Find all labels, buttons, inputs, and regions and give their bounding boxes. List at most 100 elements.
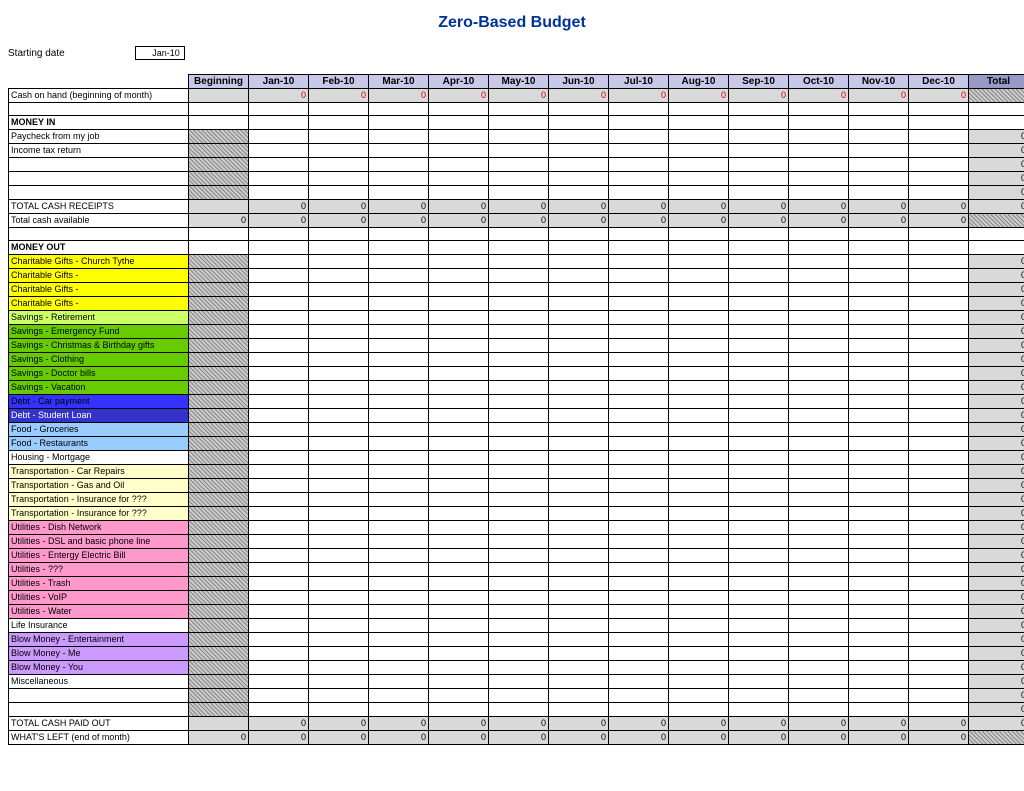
money-out-cell[interactable]	[429, 311, 489, 325]
money-out-cell[interactable]	[429, 507, 489, 521]
money-out-cell[interactable]	[729, 605, 789, 619]
money-out-cell[interactable]	[729, 591, 789, 605]
money-out-cell[interactable]	[369, 689, 429, 703]
money-out-cell[interactable]	[549, 661, 609, 675]
money-in-cell[interactable]	[249, 130, 309, 144]
money-out-cell[interactable]	[369, 647, 429, 661]
money-out-cell[interactable]	[369, 661, 429, 675]
money-out-cell[interactable]	[429, 661, 489, 675]
money-in-cell[interactable]	[789, 144, 849, 158]
money-in-cell[interactable]	[669, 158, 729, 172]
money-out-cell[interactable]	[249, 325, 309, 339]
money-out-cell[interactable]	[549, 591, 609, 605]
money-out-row-label[interactable]: Blow Money - You	[9, 661, 189, 675]
money-out-cell[interactable]	[549, 535, 609, 549]
money-out-row-label[interactable]: Transportation - Gas and Oil	[9, 479, 189, 493]
money-out-cell[interactable]	[909, 535, 969, 549]
money-out-cell[interactable]	[489, 409, 549, 423]
money-out-cell[interactable]	[309, 633, 369, 647]
cash-on-hand-cell[interactable]: 0	[609, 89, 669, 103]
money-out-cell[interactable]	[729, 367, 789, 381]
money-out-cell[interactable]	[849, 451, 909, 465]
money-out-cell[interactable]	[609, 591, 669, 605]
money-out-cell[interactable]	[609, 633, 669, 647]
money-out-cell[interactable]	[309, 437, 369, 451]
money-out-cell[interactable]	[729, 297, 789, 311]
money-out-cell[interactable]	[549, 339, 609, 353]
money-out-cell[interactable]	[609, 409, 669, 423]
money-out-row-label[interactable]: Charitable Gifts -	[9, 283, 189, 297]
money-out-cell[interactable]	[609, 535, 669, 549]
money-out-cell[interactable]	[669, 675, 729, 689]
money-out-cell[interactable]	[909, 269, 969, 283]
money-out-cell[interactable]	[729, 689, 789, 703]
money-out-cell[interactable]	[489, 255, 549, 269]
money-out-cell[interactable]	[489, 577, 549, 591]
money-out-cell[interactable]	[849, 521, 909, 535]
money-out-cell[interactable]	[369, 521, 429, 535]
money-out-cell[interactable]	[429, 577, 489, 591]
money-out-cell[interactable]	[309, 339, 369, 353]
money-out-cell[interactable]	[609, 311, 669, 325]
money-out-cell[interactable]	[429, 409, 489, 423]
money-out-cell[interactable]	[249, 647, 309, 661]
money-out-cell[interactable]	[609, 563, 669, 577]
money-out-cell[interactable]	[429, 367, 489, 381]
money-out-cell[interactable]	[849, 423, 909, 437]
money-in-cell[interactable]	[849, 144, 909, 158]
money-in-row-label[interactable]: Paycheck from my job	[9, 130, 189, 144]
money-out-cell[interactable]	[729, 395, 789, 409]
money-out-cell[interactable]	[789, 647, 849, 661]
money-out-cell[interactable]	[489, 437, 549, 451]
cash-on-hand-cell[interactable]: 0	[369, 89, 429, 103]
money-out-cell[interactable]	[849, 577, 909, 591]
money-out-cell[interactable]	[729, 647, 789, 661]
money-out-cell[interactable]	[849, 479, 909, 493]
money-out-cell[interactable]	[849, 605, 909, 619]
money-out-cell[interactable]	[489, 647, 549, 661]
money-out-cell[interactable]	[549, 647, 609, 661]
money-out-cell[interactable]	[309, 451, 369, 465]
money-out-row-label[interactable]: Savings - Christmas & Birthday gifts	[9, 339, 189, 353]
money-out-cell[interactable]	[729, 423, 789, 437]
money-out-cell[interactable]	[249, 675, 309, 689]
money-out-cell[interactable]	[789, 339, 849, 353]
money-out-cell[interactable]	[789, 591, 849, 605]
money-out-cell[interactable]	[789, 353, 849, 367]
money-in-cell[interactable]	[489, 130, 549, 144]
money-out-cell[interactable]	[249, 465, 309, 479]
money-out-cell[interactable]	[369, 353, 429, 367]
money-out-cell[interactable]	[909, 549, 969, 563]
money-out-cell[interactable]	[429, 465, 489, 479]
money-out-cell[interactable]	[309, 353, 369, 367]
money-out-cell[interactable]	[789, 549, 849, 563]
money-out-cell[interactable]	[489, 311, 549, 325]
money-out-cell[interactable]	[849, 549, 909, 563]
money-out-cell[interactable]	[549, 493, 609, 507]
money-out-cell[interactable]	[249, 535, 309, 549]
money-out-cell[interactable]	[429, 451, 489, 465]
money-out-cell[interactable]	[729, 507, 789, 521]
money-out-cell[interactable]	[249, 577, 309, 591]
money-out-cell[interactable]	[429, 689, 489, 703]
money-out-cell[interactable]	[489, 661, 549, 675]
money-out-cell[interactable]	[549, 395, 609, 409]
money-in-cell[interactable]	[249, 186, 309, 200]
money-in-cell[interactable]	[909, 172, 969, 186]
money-out-cell[interactable]	[609, 521, 669, 535]
money-out-cell[interactable]	[729, 521, 789, 535]
money-out-cell[interactable]	[609, 507, 669, 521]
money-out-cell[interactable]	[669, 381, 729, 395]
money-out-cell[interactable]	[309, 311, 369, 325]
money-in-cell[interactable]	[849, 130, 909, 144]
money-out-cell[interactable]	[249, 661, 309, 675]
money-out-cell[interactable]	[669, 269, 729, 283]
money-out-cell[interactable]	[729, 339, 789, 353]
money-in-cell[interactable]	[489, 144, 549, 158]
money-in-cell[interactable]	[669, 130, 729, 144]
money-out-cell[interactable]	[489, 367, 549, 381]
money-out-cell[interactable]	[369, 255, 429, 269]
money-out-cell[interactable]	[309, 689, 369, 703]
money-out-cell[interactable]	[429, 521, 489, 535]
money-out-cell[interactable]	[729, 283, 789, 297]
